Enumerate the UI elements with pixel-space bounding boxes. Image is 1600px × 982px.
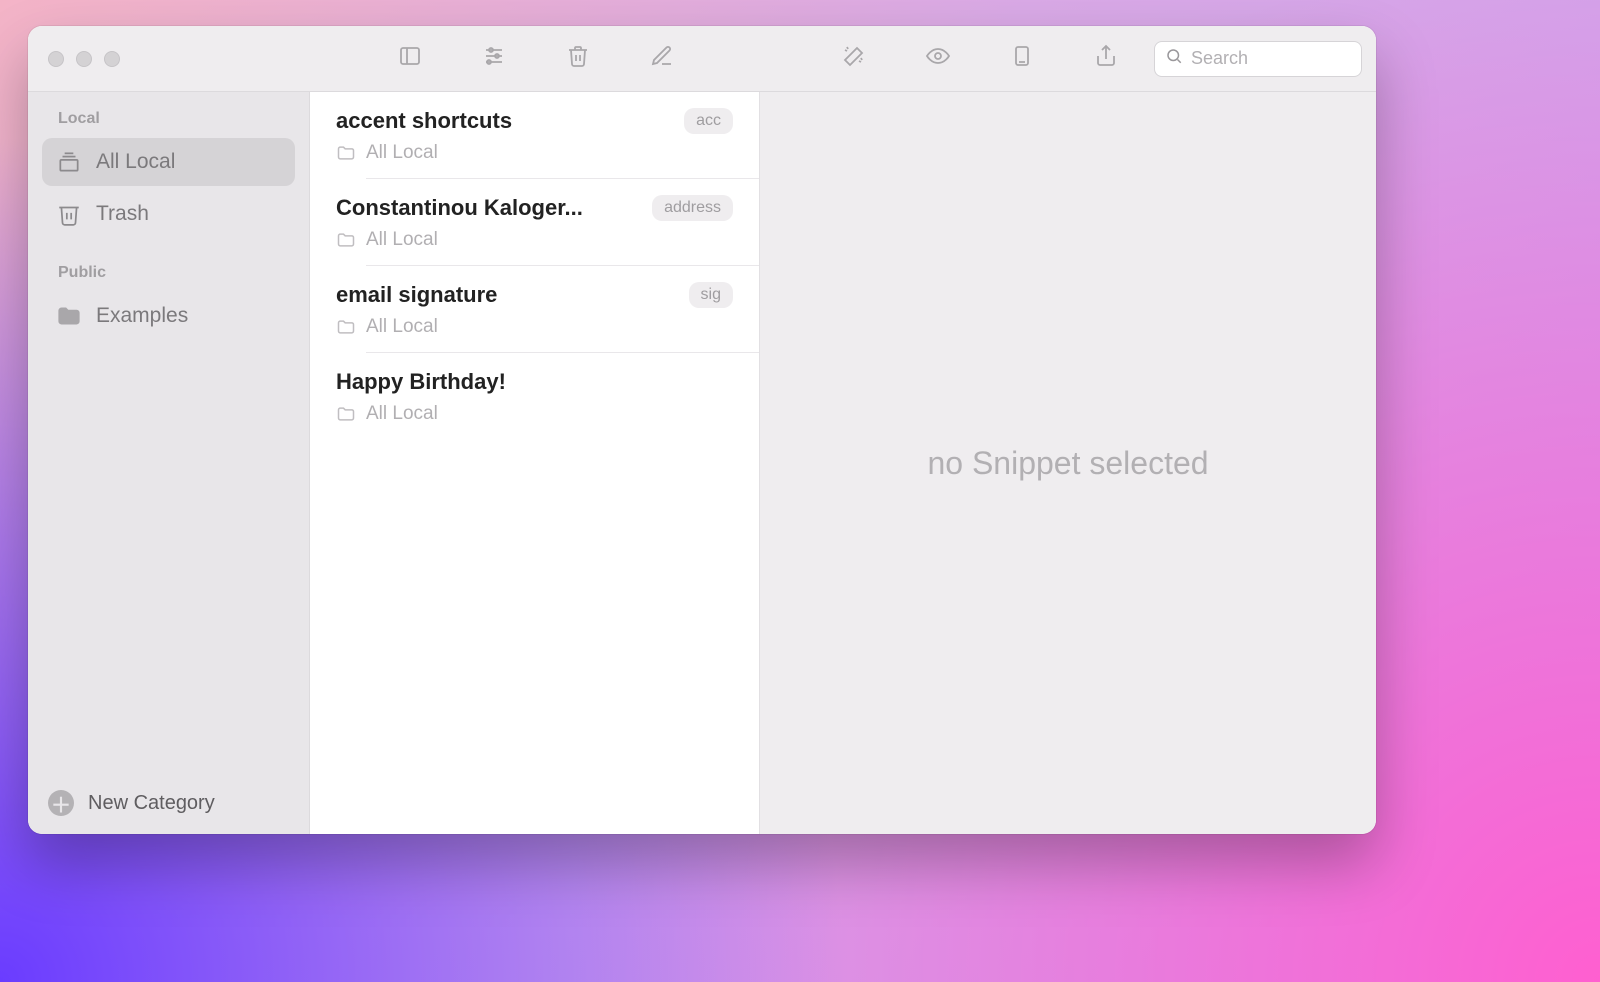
snippet-badge: acc (684, 108, 733, 134)
minimize-window-button[interactable] (76, 51, 92, 67)
folder-icon (336, 230, 356, 250)
share-button[interactable] (1076, 39, 1136, 79)
sidebar-section-header-local: Local (28, 104, 309, 136)
settings-button[interactable] (464, 39, 524, 79)
compose-icon (650, 44, 674, 73)
magic-button[interactable] (824, 39, 884, 79)
sidebar-item-examples[interactable]: Examples (42, 292, 295, 340)
stack-icon (56, 149, 82, 175)
snippet-folder: All Local (336, 316, 733, 338)
toggle-sidebar-button[interactable] (380, 39, 440, 79)
snippet-folder: All Local (336, 403, 733, 425)
zoom-window-button[interactable] (104, 51, 120, 67)
preview-button[interactable] (908, 39, 968, 79)
trash-icon (566, 44, 590, 73)
snippet-row[interactable]: Constantinou Kaloger... address All Loca… (310, 179, 759, 265)
sidebar-item-all-local[interactable]: All Local (42, 138, 295, 186)
detail-pane: no Snippet selected (760, 92, 1376, 834)
snippet-title: accent shortcuts (336, 108, 674, 134)
sidebar-icon (398, 44, 422, 73)
snippet-list: accent shortcuts acc All Local Constanti… (310, 92, 760, 834)
sidebar-item-trash[interactable]: Trash (42, 190, 295, 238)
sidebar: Local All Local Trash Public (28, 92, 310, 834)
new-category-button[interactable]: ＋ New Category (28, 790, 309, 834)
compose-button[interactable] (632, 39, 692, 79)
tablet-icon (1010, 44, 1034, 73)
close-window-button[interactable] (48, 51, 64, 67)
snippet-folder-label: All Local (366, 316, 438, 338)
snippet-folder-label: All Local (366, 229, 438, 251)
search-input[interactable] (1191, 48, 1351, 69)
sidebar-item-label: Examples (96, 304, 188, 328)
traffic-lights (48, 51, 120, 67)
delete-button[interactable] (548, 39, 608, 79)
eye-icon (926, 44, 950, 73)
toolbar-group-right (824, 39, 1136, 79)
folder-icon (336, 317, 356, 337)
snippet-row[interactable]: email signature sig All Local (310, 266, 759, 352)
toolbar-group-left (380, 39, 692, 79)
sidebar-item-label: Trash (96, 202, 149, 226)
snippet-badge: sig (689, 282, 733, 308)
empty-state-text: no Snippet selected (927, 445, 1208, 482)
snippet-row[interactable]: accent shortcuts acc All Local (310, 92, 759, 178)
snippet-title: email signature (336, 282, 679, 308)
search-icon (1165, 47, 1183, 70)
snippet-badge: address (652, 195, 733, 221)
new-category-label: New Category (88, 792, 215, 815)
folder-icon (336, 404, 356, 424)
snippet-folder-label: All Local (366, 142, 438, 164)
folder-icon (336, 143, 356, 163)
plus-circle-icon: ＋ (48, 790, 74, 816)
snippet-folder-label: All Local (366, 403, 438, 425)
sliders-icon (482, 44, 506, 73)
snippet-row[interactable]: Happy Birthday! All Local (310, 353, 759, 439)
share-icon (1094, 44, 1118, 73)
device-button[interactable] (992, 39, 1052, 79)
search-field[interactable] (1154, 41, 1362, 77)
desktop-background: Local All Local Trash Public (0, 0, 1600, 982)
snippet-folder: All Local (336, 142, 733, 164)
snippet-title: Constantinou Kaloger... (336, 195, 642, 221)
snippet-folder: All Local (336, 229, 733, 251)
sidebar-item-label: All Local (96, 150, 175, 174)
trash-icon (56, 201, 82, 227)
snippet-title: Happy Birthday! (336, 369, 733, 395)
app-window: Local All Local Trash Public (28, 26, 1376, 834)
folder-icon (56, 303, 82, 329)
wand-icon (842, 44, 866, 73)
window-body: Local All Local Trash Public (28, 92, 1376, 834)
toolbar (28, 26, 1376, 92)
sidebar-section-header-public: Public (28, 258, 309, 290)
